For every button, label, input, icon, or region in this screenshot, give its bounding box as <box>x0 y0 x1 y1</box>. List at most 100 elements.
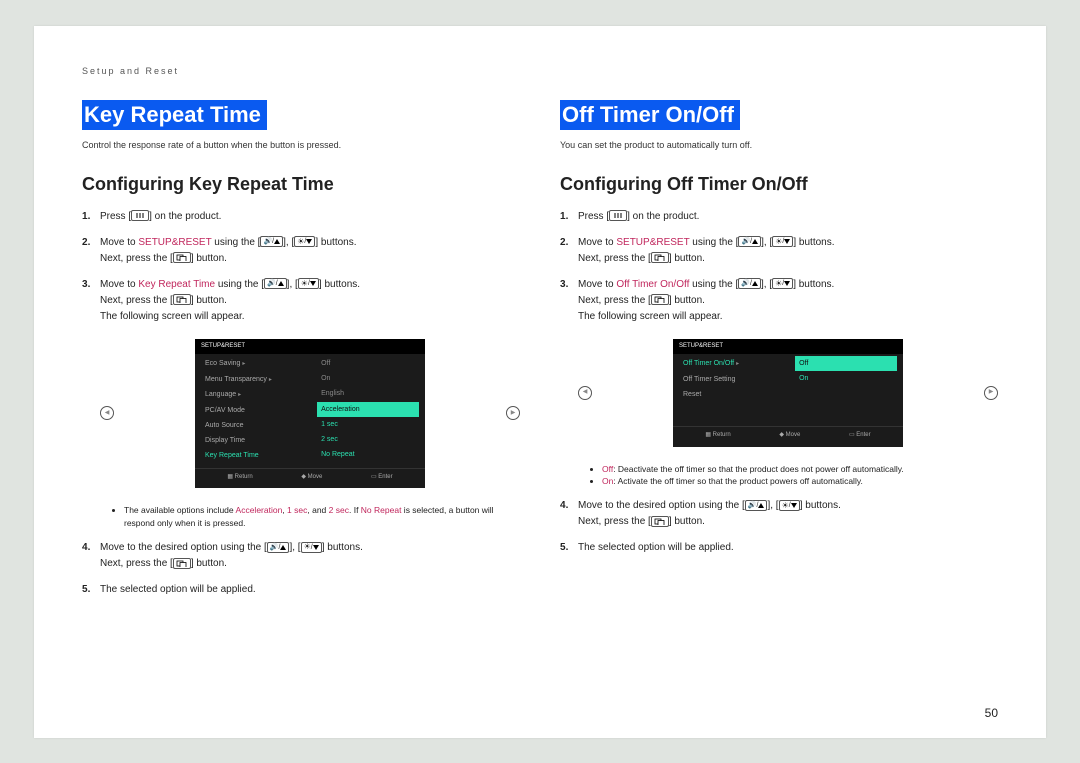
text: using the [ <box>689 279 738 290</box>
osd-value: On <box>317 371 419 386</box>
text: Press [ <box>100 211 131 222</box>
text: The following screen will appear. <box>578 311 723 322</box>
steps-right: Press [ ] on the product. Move to SETUP&R… <box>560 209 998 557</box>
text: Move to the desired option using the [ <box>100 542 267 553</box>
vol-up-icon: 🔊/ <box>264 278 287 289</box>
text: ] button. <box>191 558 227 569</box>
osd-value-list: Off On <box>795 356 897 422</box>
text: using the [ <box>215 279 264 290</box>
vol-up-icon: 🔊/ <box>738 278 761 289</box>
menu-icon <box>609 210 627 221</box>
bright-down-icon: ☀/ <box>772 278 793 289</box>
text: ] on the product. <box>149 211 221 222</box>
enter-icon <box>651 294 669 305</box>
text: The following screen will appear. <box>100 311 245 322</box>
osd-option: On <box>795 371 897 386</box>
osd-item: Reset <box>679 387 791 402</box>
text: Next, press the [ <box>100 558 173 569</box>
note: On: Activate the off timer so that the p… <box>602 475 998 488</box>
text: Move to <box>578 237 616 248</box>
text: using the [ <box>690 237 739 248</box>
text: Move to <box>100 237 138 248</box>
osd-value: English <box>317 386 419 401</box>
bright-down-icon: ☀/ <box>772 236 793 247</box>
osd-option-selected: Off <box>795 356 897 371</box>
osd-item: PC/AV Mode <box>201 403 313 418</box>
text: ] button. <box>669 253 705 264</box>
enter-icon <box>173 294 191 305</box>
osd-menu-list: Off Timer On/Off▸ Off Timer Setting Rese… <box>679 356 791 422</box>
column-left: Key Repeat Time Control the response rat… <box>82 100 520 608</box>
highlight: Off Timer On/Off <box>616 279 689 290</box>
note-list: The available options include Accelerati… <box>124 504 520 530</box>
text: ] button. <box>669 516 705 527</box>
osd-option: 2 sec <box>317 432 419 447</box>
section-title-left: Key Repeat Time <box>82 100 267 130</box>
enter-icon <box>173 252 191 263</box>
text: ], [ <box>283 237 294 248</box>
osd-hint: ▦ Return <box>705 431 730 441</box>
osd-hint: ▭ Enter <box>371 473 393 483</box>
enter-icon <box>651 252 669 263</box>
osd-next-icon: ▶ <box>984 386 998 400</box>
menu-icon <box>131 210 149 221</box>
text: ], [ <box>289 542 300 553</box>
text: ], [ <box>761 279 772 290</box>
text: ] button. <box>191 295 227 306</box>
bright-down-icon: ☀/ <box>298 278 319 289</box>
text: Next, press the [ <box>578 295 651 306</box>
osd-prev-icon: ◀ <box>578 386 592 400</box>
page-number: 50 <box>985 706 998 720</box>
osd-screen-left: SETUP&RESET Eco Saving▸ Menu Transparenc… <box>195 339 425 489</box>
osd-value: Off <box>317 356 419 371</box>
osd-prev-icon: ◀ <box>100 406 114 420</box>
steps-left: Press [ ] on the product. Move to SETUP&R… <box>82 209 520 598</box>
osd-item-selected: Key Repeat Time <box>201 448 313 463</box>
text: Next, press the [ <box>578 253 651 264</box>
section-lede-right: You can set the product to automatically… <box>560 140 998 150</box>
two-column-layout: Key Repeat Time Control the response rat… <box>82 100 998 608</box>
osd-item: Display Time <box>201 433 313 448</box>
text: ] buttons. <box>319 279 360 290</box>
text: Move to <box>578 279 616 290</box>
highlight: Key Repeat Time <box>138 279 215 290</box>
text: ], [ <box>767 500 778 511</box>
osd-hint: ◆ Move <box>301 473 322 483</box>
osd-hint: ◆ Move <box>779 431 800 441</box>
osd-screen-right: SETUP&RESET Off Timer On/Off▸ Off Timer … <box>673 339 903 447</box>
osd-container: ◀ SETUP&RESET Off Timer On/Off▸ Off Time… <box>578 331 998 455</box>
bright-down-icon: ☀/ <box>779 500 800 511</box>
note: The available options include Accelerati… <box>124 504 520 530</box>
subsection-title-right: Configuring Off Timer On/Off <box>560 174 998 195</box>
step: Move to SETUP&RESET using the [🔊/], [☀/]… <box>560 235 998 267</box>
text: ] buttons. <box>800 500 841 511</box>
text: ] buttons. <box>793 279 834 290</box>
text: ] button. <box>191 253 227 264</box>
subsection-title-left: Configuring Key Repeat Time <box>82 174 520 195</box>
breadcrumb: Setup and Reset <box>82 66 998 76</box>
step: Move to the desired option using the [🔊/… <box>82 540 520 572</box>
note: Off: Deactivate the off timer so that th… <box>602 463 998 476</box>
enter-icon <box>173 558 191 569</box>
step: The selected option will be applied. <box>82 582 520 598</box>
osd-footer: ▦ Return ◆ Move ▭ Enter <box>673 426 903 443</box>
vol-up-icon: 🔊/ <box>738 236 761 247</box>
osd-option: 1 sec <box>317 417 419 432</box>
osd-item: Language▸ <box>201 387 313 403</box>
text: Next, press the [ <box>100 295 173 306</box>
vol-up-icon: 🔊/ <box>745 500 768 511</box>
enter-icon <box>651 516 669 527</box>
osd-item: Auto Source <box>201 418 313 433</box>
column-right: Off Timer On/Off You can set the product… <box>560 100 998 608</box>
highlight: SETUP&RESET <box>616 237 689 248</box>
text: ], [ <box>287 279 298 290</box>
osd-title: SETUP&RESET <box>673 339 903 355</box>
step: Move to Key Repeat Time using the [🔊/], … <box>82 277 520 530</box>
vol-up-icon: 🔊/ <box>260 236 283 247</box>
text: ] on the product. <box>627 211 699 222</box>
text: Press [ <box>578 211 609 222</box>
step: Press [ ] on the product. <box>560 209 998 225</box>
text: ] buttons. <box>793 237 834 248</box>
text: using the [ <box>212 237 261 248</box>
note-list: Off: Deactivate the off timer so that th… <box>602 463 998 489</box>
